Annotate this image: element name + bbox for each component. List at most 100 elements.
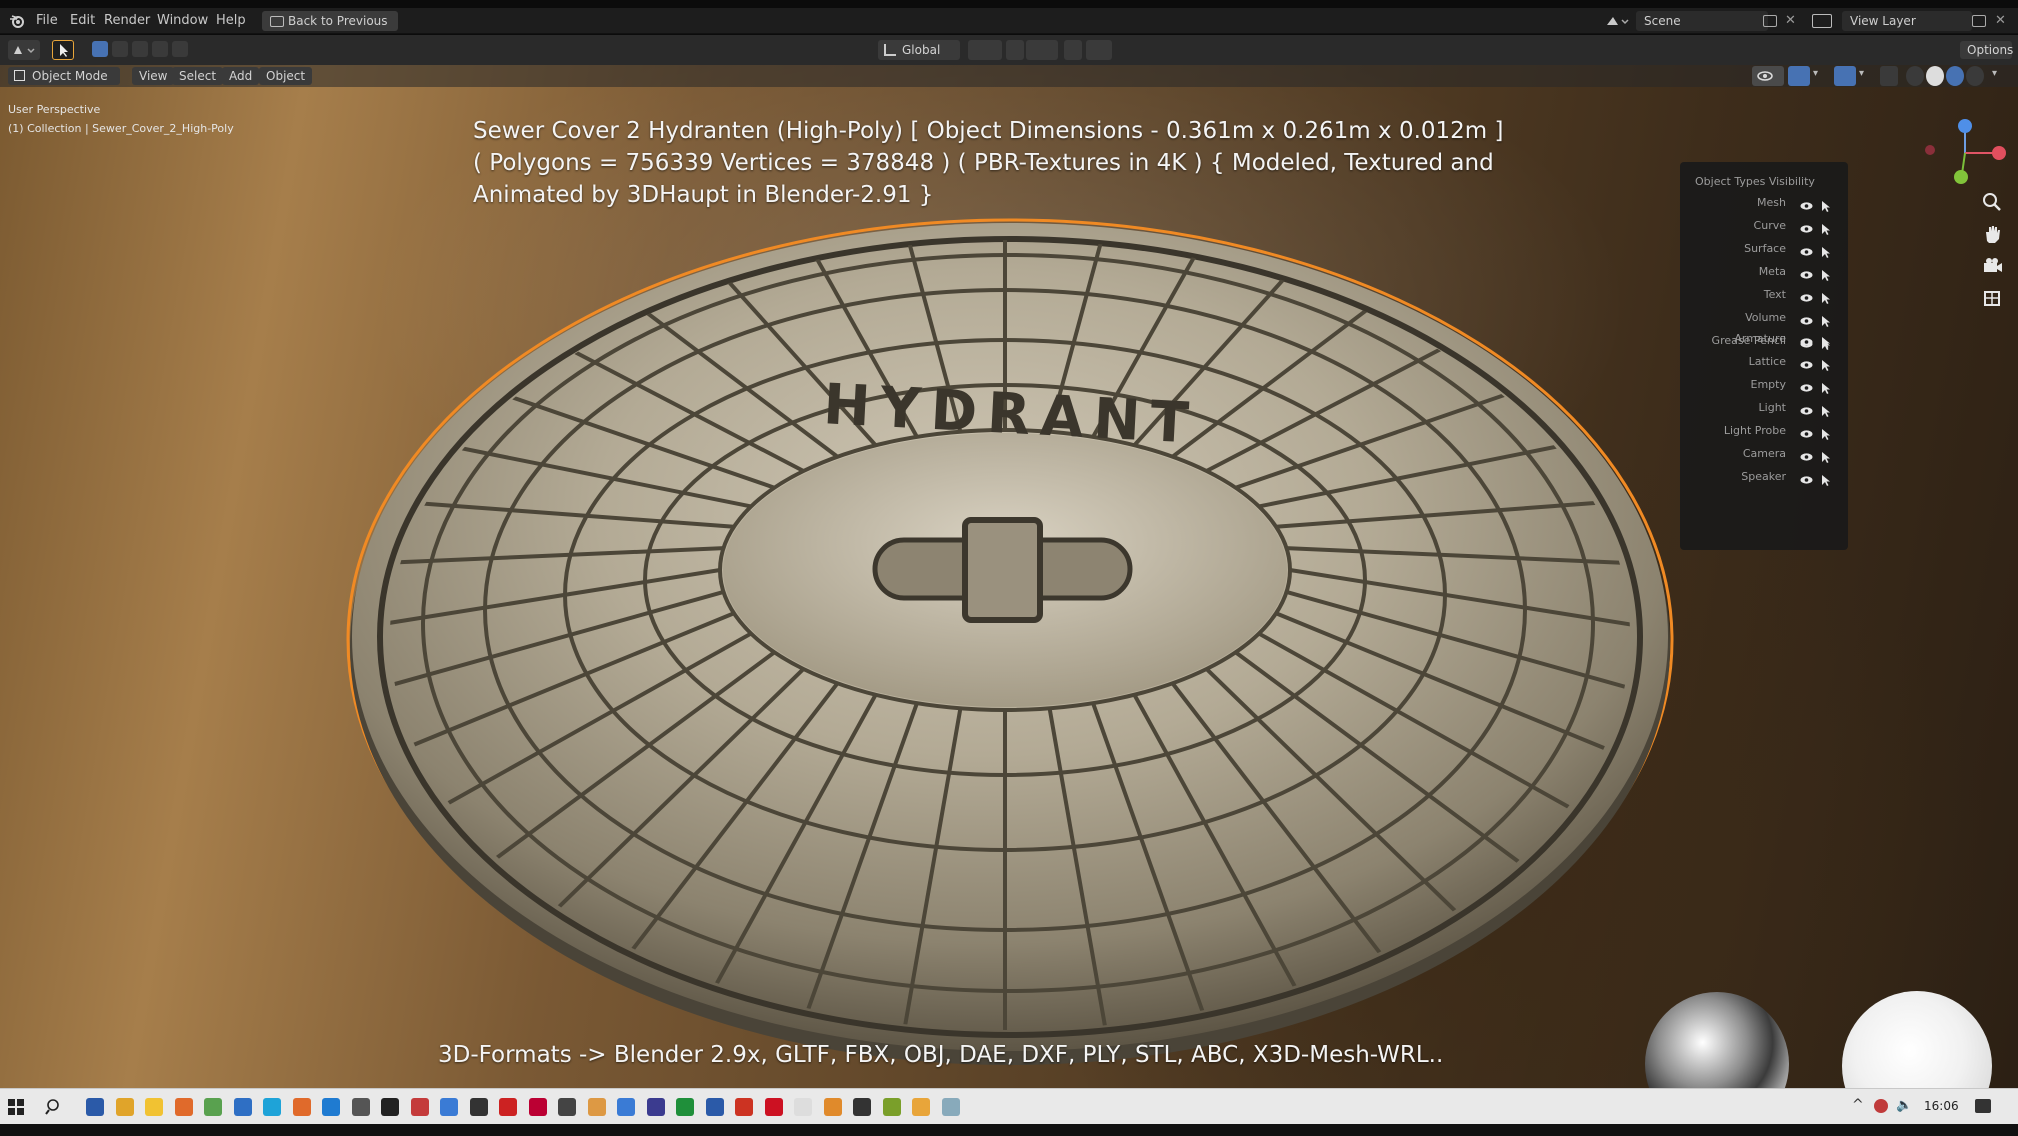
selectable-cursor-icon[interactable] [1820, 471, 1832, 486]
taskbar-app-icon[interactable] [469, 1098, 488, 1116]
eye-icon[interactable] [1800, 333, 1813, 346]
proportional-falloff-dropdown[interactable] [1086, 40, 1112, 60]
taskbar-app-icon[interactable] [381, 1098, 399, 1116]
taskbar-app-icon[interactable] [735, 1098, 753, 1116]
taskbar-app-icon[interactable] [528, 1098, 547, 1116]
select-tool-button[interactable] [52, 40, 74, 60]
pivot-point-dropdown[interactable] [968, 40, 1002, 60]
eye-icon[interactable] [1800, 471, 1813, 484]
selectable-cursor-icon[interactable] [1820, 220, 1832, 235]
selectable-cursor-icon[interactable] [1820, 379, 1832, 394]
taskbar-app-icon[interactable] [499, 1098, 517, 1116]
select-mode-subtract-button[interactable] [132, 41, 148, 57]
taskbar-app-icon[interactable] [204, 1098, 222, 1116]
delete-view-layer-icon[interactable]: ✕ [1995, 13, 2006, 28]
taskbar-app-icon[interactable] [292, 1098, 311, 1116]
eye-icon[interactable] [1800, 448, 1813, 461]
selectable-cursor-icon[interactable] [1820, 312, 1832, 327]
menu-edit[interactable]: Edit [70, 13, 95, 28]
eye-icon[interactable] [1800, 243, 1813, 256]
select-mode-intersect-button[interactable] [172, 41, 188, 57]
taskbar-app-icon[interactable] [853, 1098, 871, 1116]
orthographic-toggle-icon[interactable] [1977, 283, 2007, 313]
selectable-cursor-icon[interactable] [1820, 425, 1832, 440]
taskbar-app-icon[interactable] [440, 1098, 458, 1116]
eye-icon[interactable] [1800, 220, 1813, 233]
tray-app-icon[interactable] [1874, 1099, 1888, 1113]
taskbar-app-icon[interactable] [587, 1098, 606, 1116]
view-layer-selector[interactable]: View Layer [1842, 11, 1972, 31]
select-mode-new-button[interactable] [92, 41, 108, 57]
selectable-cursor-icon[interactable] [1820, 243, 1832, 258]
taskbar-app-icon[interactable] [410, 1098, 429, 1116]
eye-icon[interactable] [1800, 356, 1813, 369]
x-axis-ball [1992, 146, 2006, 160]
new-scene-icon[interactable] [1763, 15, 1777, 27]
taskbar-app-icon[interactable] [558, 1098, 576, 1116]
tray-chevron-icon[interactable]: ^ [1852, 1097, 1864, 1113]
eye-icon[interactable] [1800, 402, 1813, 415]
eye-icon[interactable] [1800, 197, 1813, 210]
eye-icon[interactable] [1800, 312, 1813, 325]
3d-viewport[interactable]: Object Mode View Select Add Object ▾ ▾ ▾… [0, 65, 2018, 1088]
select-mode-invert-button[interactable] [152, 41, 168, 57]
taskbar-clock[interactable]: 16:06 [1924, 1099, 1959, 1113]
volume-icon[interactable]: 🔈 [1896, 1098, 1912, 1113]
eye-icon[interactable] [1800, 425, 1813, 438]
editor-type-button[interactable] [8, 40, 40, 60]
taskbar-app-icon[interactable] [882, 1098, 901, 1116]
blender-logo-icon[interactable] [9, 13, 25, 29]
transform-orientation-dropdown[interactable]: Global [878, 40, 960, 60]
windows-start-icon[interactable] [8, 1099, 24, 1115]
taskbar-app-icon[interactable] [233, 1098, 252, 1116]
taskbar-app-icon[interactable] [912, 1098, 930, 1116]
zoom-icon[interactable] [1977, 187, 2007, 217]
options-dropdown[interactable]: Options [1960, 41, 2013, 59]
select-mode-extend-button[interactable] [112, 41, 128, 57]
selectable-cursor-icon[interactable] [1820, 197, 1832, 212]
navigation-gizmo[interactable] [1920, 105, 2010, 195]
taskbar-app-icon[interactable] [705, 1098, 724, 1116]
eye-icon[interactable] [1800, 266, 1813, 279]
camera-view-icon[interactable] [1977, 251, 2007, 281]
taskbar-app-icon[interactable] [794, 1098, 812, 1116]
snap-toggle[interactable] [1006, 40, 1024, 60]
snap-target-dropdown[interactable] [1026, 40, 1058, 60]
selectable-cursor-icon[interactable] [1820, 402, 1832, 417]
selectable-cursor-icon[interactable] [1820, 289, 1832, 304]
scene-selector[interactable]: Scene [1636, 11, 1768, 31]
eye-icon[interactable] [1800, 289, 1813, 302]
notifications-icon[interactable] [1975, 1099, 1991, 1113]
taskbar-app-icon[interactable] [351, 1098, 370, 1116]
delete-scene-icon[interactable]: ✕ [1785, 13, 1796, 28]
taskbar-app-icon[interactable] [646, 1098, 665, 1116]
taskbar-app-icon[interactable] [823, 1098, 842, 1116]
taskbar-app-icon[interactable] [86, 1098, 104, 1116]
taskbar-app-icon[interactable] [115, 1098, 134, 1116]
taskbar-app-icon[interactable] [145, 1098, 163, 1116]
view-layer-icon[interactable] [1812, 14, 1832, 28]
menu-help[interactable]: Help [216, 13, 246, 28]
selectable-cursor-icon[interactable] [1820, 333, 1832, 348]
selectable-cursor-icon[interactable] [1820, 356, 1832, 371]
menu-file[interactable]: File [36, 13, 58, 28]
taskbar-app-icon[interactable] [617, 1098, 635, 1116]
search-icon[interactable] [45, 1098, 63, 1116]
selectable-cursor-icon[interactable] [1820, 448, 1832, 463]
menu-window[interactable]: Window [157, 13, 208, 28]
eye-icon[interactable] [1800, 379, 1813, 392]
taskbar-app-icon[interactable] [322, 1098, 340, 1116]
taskbar-app-icon[interactable] [941, 1098, 960, 1116]
menu-render[interactable]: Render [104, 13, 150, 28]
taskbar-app-icon[interactable] [263, 1098, 281, 1116]
proportional-editing-toggle[interactable] [1064, 40, 1082, 60]
new-view-layer-icon[interactable] [1972, 15, 1986, 27]
back-to-previous-button[interactable]: Back to Previous [262, 11, 398, 31]
taskbar-app-icon[interactable] [174, 1098, 193, 1116]
pan-hand-icon[interactable] [1977, 219, 2007, 249]
scene-icon[interactable] [1605, 13, 1629, 29]
taskbar-app-icon[interactable] [764, 1098, 783, 1116]
caption-line-2: ( Polygons = 756339 Vertices = 378848 ) … [473, 150, 1494, 176]
taskbar-app-icon[interactable] [676, 1098, 694, 1116]
selectable-cursor-icon[interactable] [1820, 266, 1832, 281]
